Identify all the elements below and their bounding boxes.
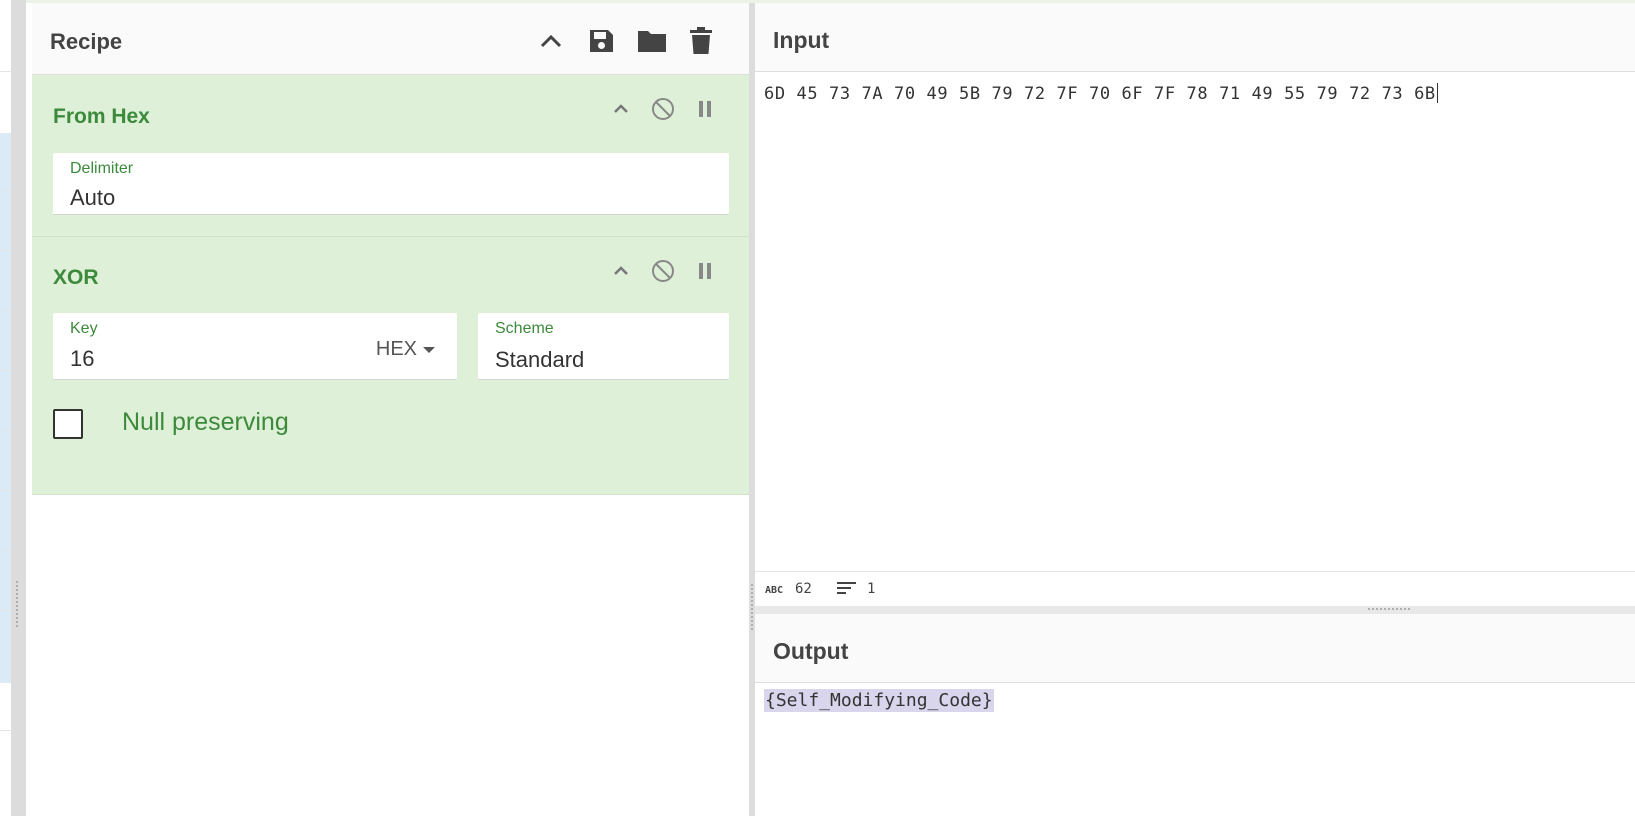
recipe-title: Recipe [50,29,123,54]
field-value: 16 [70,346,95,371]
disable-icon[interactable] [649,257,677,285]
field-label: Key [70,320,98,337]
null-preserving-label: Null preserving [122,408,289,436]
divider-grip[interactable] [1367,607,1411,611]
operations-recipe-divider[interactable] [11,0,26,816]
lines-icon [837,580,857,600]
key-format-value: HEX [375,338,417,360]
collapse-icon[interactable] [607,95,635,123]
line-count: 1 [867,581,876,597]
trash-icon[interactable] [685,25,717,57]
field-value: Auto [70,185,116,210]
key-format-dropdown[interactable]: HEX [376,338,435,361]
input-header: Input [755,3,1635,72]
input-textarea[interactable]: 6D 45 73 7A 70 49 5B 79 72 7F 70 6F 7F 7… [755,72,1635,571]
save-icon[interactable] [585,25,617,57]
text-cursor [1436,83,1438,103]
collapse-icon[interactable] [607,257,635,285]
delimiter-field[interactable]: Delimiter Auto [53,153,729,215]
output-title: Output [773,638,849,664]
null-preserving-checkbox[interactable] [53,409,83,439]
field-label: Delimiter [70,160,134,177]
operation-xor[interactable]: XOR Key 16 HEX Scheme Standard [32,237,749,495]
output-header: Output [755,614,1635,683]
recipe-panel: Recipe From Hex Delimiter Auto XOR Key 1… [32,3,749,816]
disable-icon[interactable] [649,95,677,123]
chevron-up-icon[interactable] [535,25,567,57]
operation-from-hex[interactable]: From Hex Delimiter Auto [32,75,749,237]
operations-favourites-highlight [0,133,11,683]
char-count: 62 [795,581,812,597]
input-status-bar: ABC 62 1 [755,571,1635,607]
input-text: 6D 45 73 7A 70 49 5B 79 72 7F 70 6F 7F 7… [764,84,1436,104]
key-field[interactable]: Key 16 HEX [53,313,457,380]
scheme-field[interactable]: Scheme Standard [478,313,729,380]
input-output-divider[interactable] [755,606,1635,614]
field-label: Scheme [495,320,554,337]
caret-down-icon [423,346,435,353]
input-title: Input [773,27,830,53]
breakpoint-icon[interactable] [691,257,719,285]
operation-title: From Hex [53,105,150,128]
abc-icon: ABC [765,585,784,596]
operation-title: XOR [53,266,99,289]
output-text[interactable]: {Self_Modifying_Code} [764,689,994,712]
divider-grip[interactable] [750,583,754,631]
io-panel: Input 6D 45 73 7A 70 49 5B 79 72 7F 70 6… [755,3,1635,816]
recipe-header: Recipe [32,3,749,75]
field-value: Standard [495,347,585,372]
divider-grip[interactable] [15,580,19,628]
folder-icon[interactable] [636,25,668,57]
breakpoint-icon[interactable] [691,95,719,123]
